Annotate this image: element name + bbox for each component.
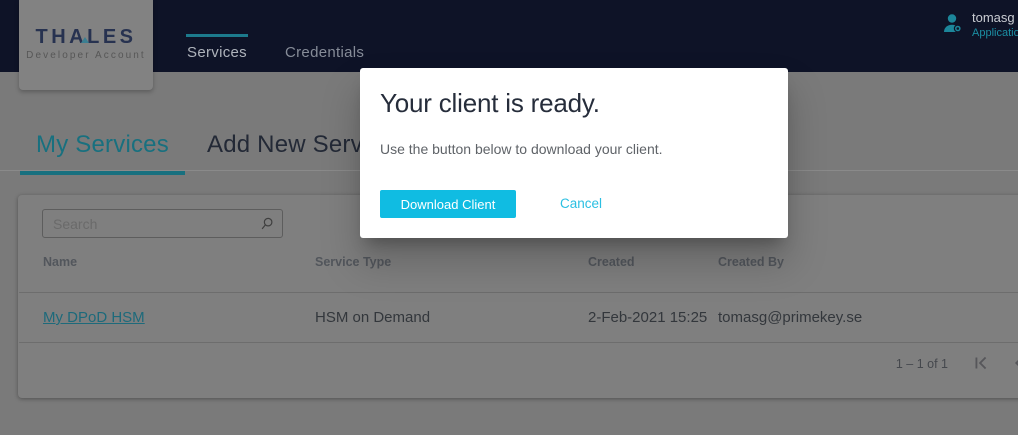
brand-logo-card: THALES Developer Account (19, 0, 153, 90)
user-name: tomasg (972, 10, 1015, 25)
nav-item-label: Services (186, 44, 248, 61)
column-header-created-by: Created By (718, 255, 784, 269)
active-tab-underline (20, 171, 185, 175)
service-type-cell: HSM on Demand (315, 309, 430, 326)
nav-item-services[interactable]: Services (186, 0, 248, 72)
brand-subtitle: Developer Account (19, 50, 153, 61)
column-header-created: Created (588, 255, 635, 269)
thales-triangle-accent-icon (81, 37, 89, 43)
search-input[interactable] (43, 210, 282, 237)
table-divider (19, 342, 1018, 343)
dialog-title: Your client is ready. (380, 88, 600, 119)
app-window: Services Credentials tomasg Application … (0, 0, 1018, 435)
table-divider (19, 292, 1018, 293)
created-cell: 2-Feb-2021 15:25 (588, 309, 707, 326)
user-role: Application Owner (972, 27, 1018, 39)
nav-item-credentials[interactable]: Credentials (285, 0, 359, 72)
download-client-button[interactable]: Download Client (380, 190, 516, 218)
column-header-name: Name (43, 255, 77, 269)
search-box (42, 209, 283, 238)
search-icon (258, 215, 276, 233)
created-by-cell: tomasg@primekey.se (718, 309, 862, 326)
nav-item-label: Credentials (285, 44, 359, 61)
tab-my-services[interactable]: My Services (20, 122, 185, 171)
active-nav-indicator (186, 34, 248, 37)
pagination-range-label: 1 – 1 of 1 (808, 357, 948, 371)
dialog-message: Use the button below to download your cl… (380, 141, 663, 157)
cancel-button[interactable]: Cancel (560, 190, 602, 218)
user-menu[interactable]: tomasg Application Owner (941, 8, 1018, 48)
service-name-link[interactable]: My DPoD HSM (43, 309, 145, 326)
user-badge-icon (941, 11, 965, 35)
first-page-icon[interactable] (970, 352, 992, 374)
column-header-service-type: Service Type (315, 255, 391, 269)
previous-page-icon[interactable] (1008, 352, 1018, 374)
client-ready-dialog: Your client is ready. Use the button bel… (360, 68, 788, 238)
